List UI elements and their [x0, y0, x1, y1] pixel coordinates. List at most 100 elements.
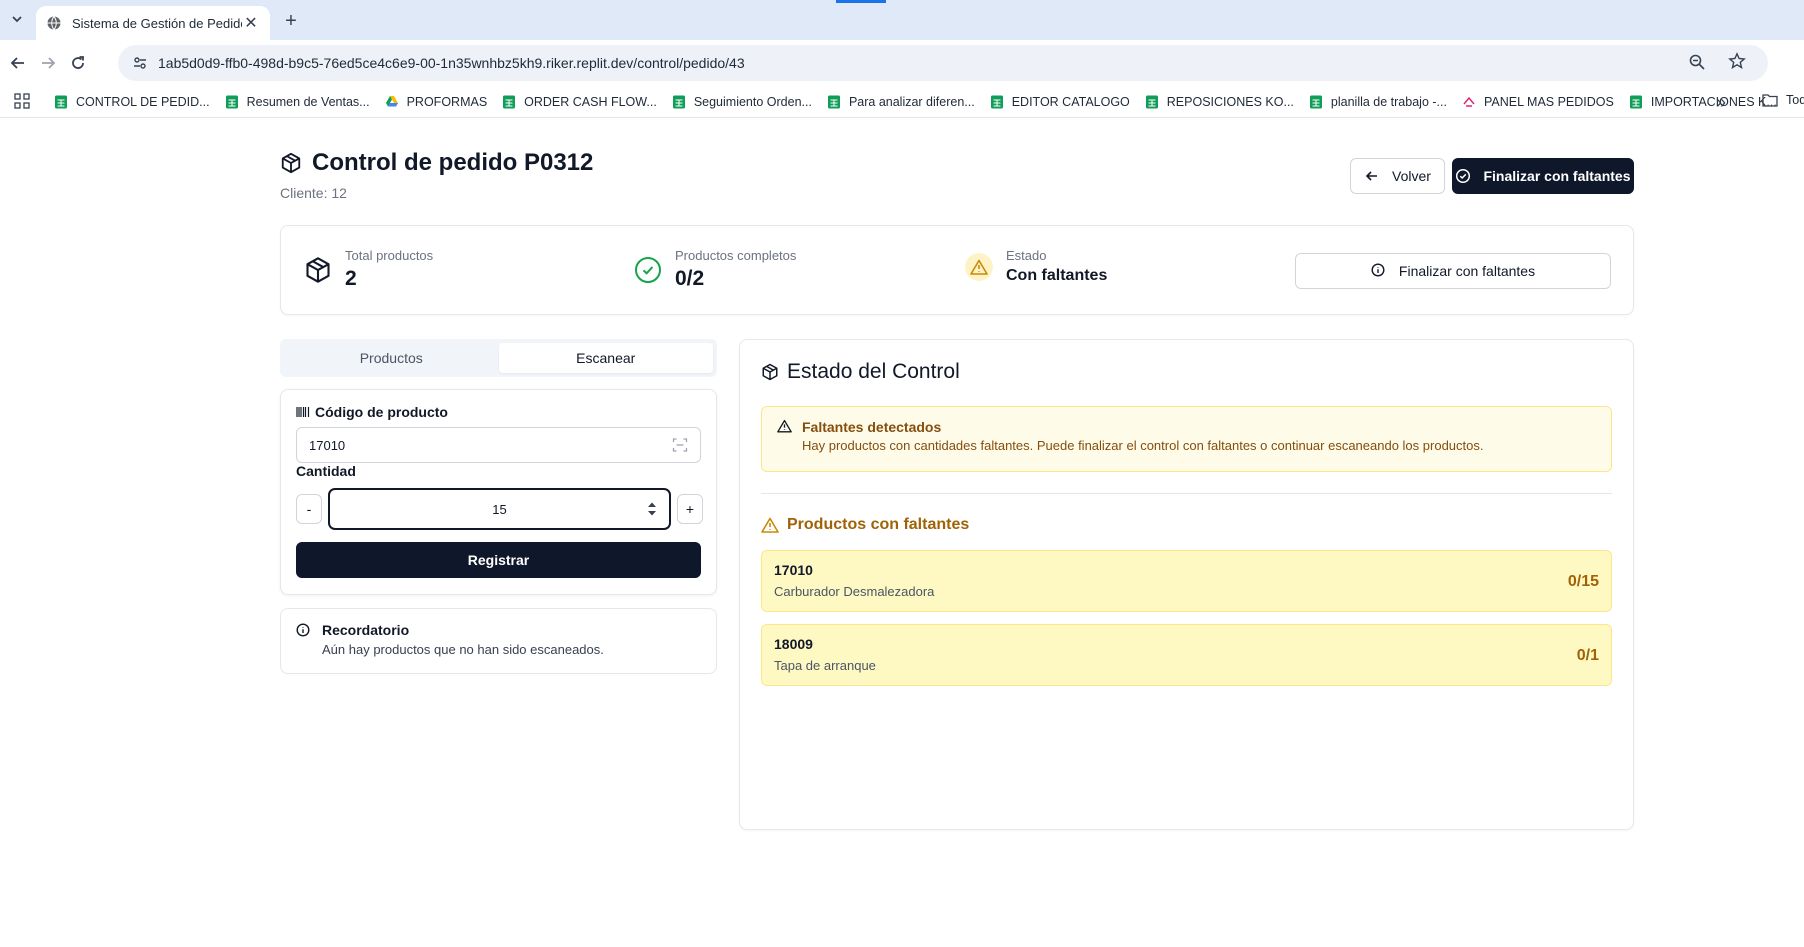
tab-search-chevron-icon[interactable]	[6, 8, 28, 30]
back-arrow-icon[interactable]	[6, 51, 30, 75]
drive-icon	[385, 95, 399, 109]
missing-alert: Faltantes detectados Hay productos con c…	[761, 406, 1612, 472]
bookmark-folder-all[interactable]: Tod	[1762, 93, 1804, 107]
app-icon	[1462, 95, 1476, 109]
quantity-label: Cantidad	[296, 463, 356, 479]
quantity-decrement-button[interactable]: -	[296, 494, 322, 524]
bookmark-item[interactable]: EDITOR CATALOGO	[990, 95, 1130, 109]
info-circle-icon	[1371, 263, 1387, 279]
browser-tab-active[interactable]: Sistema de Gestión de Pedidos ✕	[36, 6, 270, 40]
missing-products-title: Productos con faltantes	[787, 516, 970, 533]
finalize-with-missing-secondary-button[interactable]: Finalizar con faltantes	[1295, 253, 1611, 289]
sheets-icon	[672, 95, 686, 109]
reload-icon[interactable]	[66, 51, 90, 75]
tab-strip-indicator	[836, 0, 886, 3]
address-bar[interactable]: 1ab5d0d9-ffb0-498d-b9c5-76ed5ce4c6e9-00-…	[118, 45, 1768, 81]
sheets-icon	[1309, 95, 1323, 109]
warning-triangle-icon	[777, 419, 792, 434]
alert-title: Faltantes detectados	[802, 419, 942, 435]
forward-arrow-icon[interactable]	[36, 51, 60, 75]
product-count: 0/1	[1576, 647, 1599, 664]
product-code-input[interactable]: 17010	[296, 427, 701, 463]
bookmark-item[interactable]: REPOSICIONES KO...	[1145, 95, 1294, 109]
bookmarks-bar: CONTROL DE PEDID... Resumen de Ventas... P…	[0, 86, 1804, 118]
stat-value: 2	[345, 267, 357, 290]
product-name: Tapa de arranque	[774, 658, 876, 673]
stat-label: Productos completos	[675, 248, 797, 263]
stat-value: 0/2	[675, 267, 705, 290]
sheets-icon	[827, 95, 841, 109]
sheets-icon	[54, 95, 68, 109]
divider	[761, 493, 1612, 494]
warning-triangle-icon	[964, 252, 994, 282]
bookmark-label: Seguimiento Orden...	[693, 94, 812, 109]
page-title: Control de pedido P0312	[312, 149, 594, 176]
sheets-icon	[502, 95, 516, 109]
product-code: 18009	[774, 636, 813, 652]
bookmark-star-icon[interactable]	[1728, 52, 1748, 72]
check-circle-icon	[1455, 168, 1471, 184]
info-circle-icon	[296, 623, 310, 637]
bookmark-item[interactable]: planilla de trabajo -...	[1309, 95, 1447, 109]
bookmark-item[interactable]: CONTROL DE PEDID...	[54, 95, 210, 109]
finalize-with-missing-button[interactable]: Finalizar con faltantes	[1452, 158, 1634, 194]
bookmark-item[interactable]: PANEL MAS PEDIDOS	[1462, 95, 1614, 109]
scan-frame-icon[interactable]	[672, 437, 688, 453]
sheets-icon	[225, 95, 239, 109]
bookmark-folder-label: Tod	[1786, 93, 1804, 107]
bookmark-item[interactable]: Resumen de Ventas...	[225, 95, 370, 109]
status-badge: Con faltantes	[1006, 267, 1108, 284]
quantity-increment-button[interactable]: +	[677, 494, 703, 524]
product-code: 17010	[774, 562, 813, 578]
scan-form-card: Código de producto 17010 Cantidad - 15 +…	[280, 389, 717, 595]
sheets-icon	[1145, 95, 1159, 109]
bookmark-label: REPOSICIONES KO...	[1166, 94, 1294, 109]
bookmark-label: Para analizar diferen...	[848, 94, 975, 109]
bookmark-label: CONTROL DE PEDID...	[76, 94, 210, 109]
control-state-header: Estado del Control	[761, 360, 960, 384]
reminder-text: Aún hay productos que no han sido escane…	[322, 642, 604, 657]
close-tab-icon[interactable]: ✕	[242, 14, 260, 32]
sheets-icon	[990, 95, 1004, 109]
quantity-input[interactable]: 15	[328, 488, 671, 530]
view-tabs: Productos Escanear	[280, 339, 717, 377]
missing-product-item: 17010 Carburador Desmalezadora 0/15	[761, 550, 1612, 612]
product-code-label: Código de producto	[296, 404, 448, 420]
bookmarks-overflow-chevron-icon[interactable]: »	[1716, 92, 1726, 113]
site-settings-icon[interactable]	[130, 53, 150, 73]
bookmark-label: planilla de trabajo -...	[1330, 94, 1447, 109]
bookmark-label: IMPORTACIONES K...	[1650, 94, 1777, 109]
bookmark-item[interactable]: ORDER CASH FLOW...	[502, 95, 657, 109]
package-icon	[280, 152, 302, 174]
control-state-title: Estado del Control	[787, 360, 960, 383]
spinner-arrows-icon[interactable]	[647, 500, 657, 518]
tab-productos[interactable]: Productos	[284, 343, 499, 373]
control-state-card: Estado del Control Faltantes detectados …	[739, 339, 1634, 830]
register-button[interactable]: Registrar	[296, 542, 701, 578]
bookmark-item[interactable]: IMPORTACIONES K...	[1629, 95, 1777, 109]
bookmark-item[interactable]: Para analizar diferen...	[827, 95, 975, 109]
stat-label: Total productos	[345, 248, 434, 263]
browser-toolbar: 1ab5d0d9-ffb0-498d-b9c5-76ed5ce4c6e9-00-…	[0, 40, 1804, 86]
back-button[interactable]: Volver	[1350, 158, 1445, 194]
new-tab-plus-icon[interactable]: +	[278, 8, 304, 34]
bookmark-label: Resumen de Ventas...	[246, 94, 370, 109]
check-circle-icon	[633, 255, 663, 285]
stat-complete-products: Productos completos 0/2	[633, 248, 796, 291]
quantity-value: 15	[492, 501, 507, 517]
summary-card: Total productos 2 Productos completos 0/…	[280, 225, 1634, 315]
barcode-icon	[296, 406, 310, 418]
bookmark-item[interactable]: Seguimiento Orden...	[672, 95, 812, 109]
reminder-title: Recordatorio	[322, 622, 410, 638]
bookmark-item[interactable]: PROFORMAS	[385, 95, 487, 109]
apps-grid-icon[interactable]	[14, 92, 32, 111]
product-name: Carburador Desmalezadora	[774, 584, 935, 599]
back-button-label: Volver	[1392, 168, 1431, 184]
stat-status: Estado Con faltantes	[964, 248, 1107, 285]
tab-escanear[interactable]: Escanear	[498, 343, 713, 373]
missing-products-header: Productos con faltantes	[761, 516, 969, 534]
url-text: 1ab5d0d9-ffb0-498d-b9c5-76ed5ce4c6e9-00-…	[158, 55, 745, 71]
zoom-icon[interactable]	[1688, 53, 1708, 73]
finalize-secondary-label: Finalizar con faltantes	[1398, 263, 1536, 279]
bookmark-label: EDITOR CATALOGO	[1011, 94, 1130, 109]
